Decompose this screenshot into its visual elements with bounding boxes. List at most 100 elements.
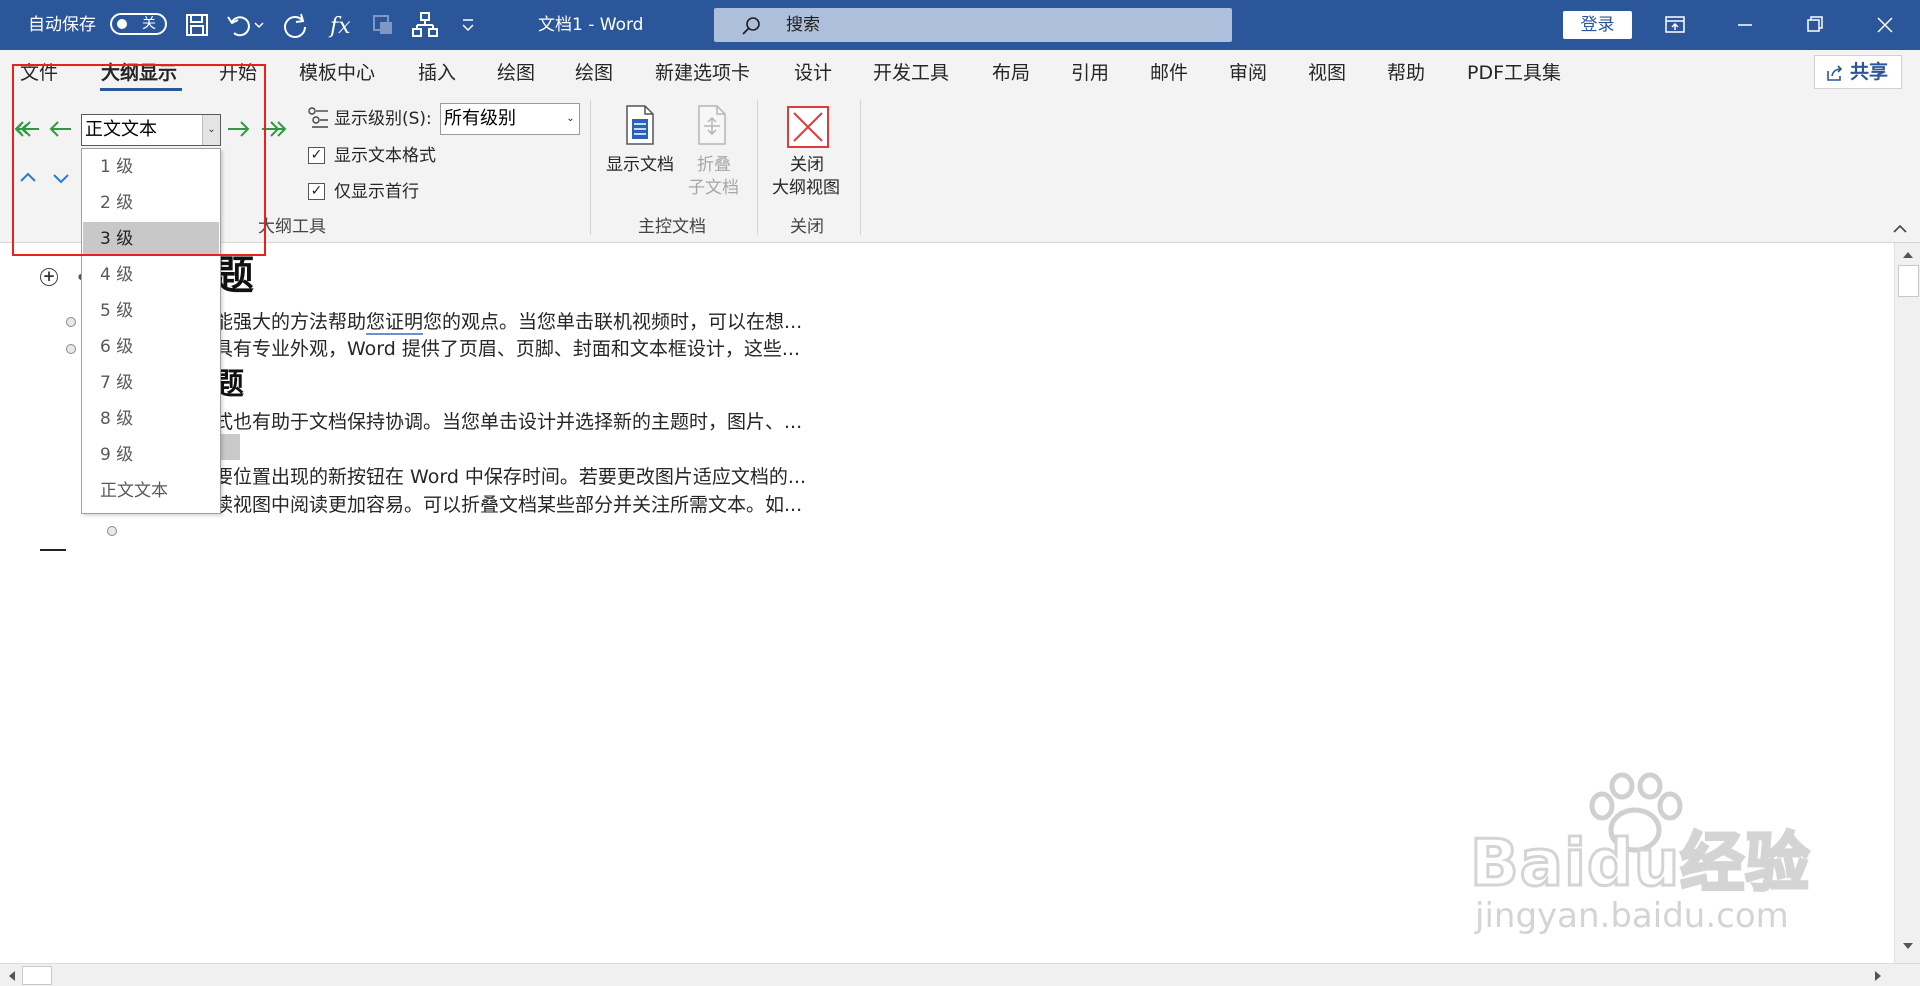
close-outline-view-label-1[interactable]: 关闭 [790,154,824,176]
promote-icon[interactable] [47,118,73,140]
close-outline-view-label-2[interactable]: 大纲视图 [772,177,840,199]
minimize-icon[interactable] [1710,0,1780,50]
body-line-4[interactable]: 要位置出现的新按钮在 Word 中保存时间。若要更改图片适应文档的... [214,465,806,489]
show-document-icon[interactable] [623,104,657,146]
body-line-1-post: 您的观点。当您单击联机视频时，可以在想... [423,311,803,333]
scroll-down-icon[interactable] [1901,940,1915,952]
close-outline-view-icon[interactable] [787,106,829,148]
search-placeholder: 搜索 [786,15,820,35]
scroll-right-icon[interactable] [1872,969,1884,983]
tab-home[interactable]: 开始 [219,60,257,86]
show-level-select[interactable]: 所有级别 ⌄ [440,103,580,135]
toggle-knob [117,19,127,29]
watermark-brand: Baidu经验 [1468,826,1811,903]
show-first-line-checkbox[interactable]: ✓ [308,183,325,200]
restore-icon[interactable] [1780,0,1850,50]
show-level-dropdown-icon[interactable]: ⌄ [562,104,579,134]
level-option-2[interactable]: 2 级 [83,186,219,220]
empty-body-bullet[interactable] [107,526,117,536]
tab-draw[interactable]: 绘图 [497,60,535,86]
outline-level-dropdown-icon[interactable]: ⌄ [202,115,220,145]
body-line-1[interactable]: 能强大的方法帮助您证明您的观点。当您单击联机视频时，可以在想... [214,310,803,335]
body-bullet[interactable] [66,344,76,354]
vertical-scroll-thumb[interactable] [1898,265,1919,297]
body-line-1-link: 您证明 [366,311,424,335]
tab-view[interactable]: 视图 [1308,60,1346,86]
show-level-label: 显示级别(S): [334,109,432,129]
svg-text:fx: fx [328,14,351,39]
level-option-body-text[interactable]: 正文文本 [83,474,219,508]
format-painter-icon [373,15,392,34]
level-option-5[interactable]: 5 级 [83,294,219,328]
level-option-9[interactable]: 9 级 [83,438,219,472]
undo-dropdown-icon[interactable] [252,10,266,40]
tab-pdf-tools[interactable]: PDF工具集 [1467,60,1561,86]
tab-insert[interactable]: 插入 [418,60,456,86]
body-line-3[interactable]: 式也有助于文档保持协调。当您单击设计并选择新的主题时，图片、... [214,410,802,434]
show-level-icon [308,107,328,128]
active-tab-indicator [100,88,182,91]
tab-template-center[interactable]: 模板中心 [299,60,375,86]
level-option-4[interactable]: 4 级 [83,258,219,292]
show-level-value: 所有级别 [444,108,516,129]
scroll-left-icon[interactable] [6,969,18,983]
expand-heading-icon[interactable]: + [40,268,58,286]
scroll-up-icon[interactable] [1901,249,1915,261]
group-outline-tools: 大纲工具 [258,217,326,237]
tab-file[interactable]: 文件 [20,60,58,86]
tab-developer[interactable]: 开发工具 [873,60,949,86]
show-first-line-label: 仅显示首行 [334,182,419,202]
body-line-1-pre: 能强大的方法帮助 [214,311,367,333]
body-line-2[interactable]: 具有专业外观，Word 提供了页眉、页脚、封面和文本框设计，这些... [214,337,800,361]
demote-icon[interactable] [226,118,252,140]
tab-review[interactable]: 审阅 [1229,60,1267,86]
collapse-subdocuments-label-2: 子文档 [688,178,739,198]
autosave-toggle[interactable]: 关 [110,13,167,35]
promote-to-heading1-arrow[interactable] [13,118,41,140]
show-document-label[interactable]: 显示文档 [606,154,674,176]
tab-design[interactable]: 设计 [794,60,832,86]
outline-level-value: 正文文本 [85,119,157,140]
insert-function-icon[interactable]: fx [326,10,356,40]
ribbon-separator [590,100,591,235]
tab-layout[interactable]: 布局 [992,60,1030,86]
end-of-document-marker [40,549,66,551]
horizontal-scroll-thumb[interactable] [22,966,52,985]
outline-level-select[interactable]: 正文文本 ⌄ [81,114,221,146]
close-window-icon[interactable] [1850,0,1920,50]
share-icon [1827,65,1843,81]
level-option-7[interactable]: 7 级 [83,366,219,400]
redo-icon[interactable] [281,10,311,40]
customize-toolbar-icon[interactable] [458,10,478,40]
tab-mailings[interactable]: 邮件 [1150,60,1188,86]
ribbon-display-options-icon[interactable] [1640,0,1710,50]
body-bullet[interactable] [66,317,76,327]
outline-level-dropdown-list[interactable]: 1 级 2 级 3 级 4 级 5 级 6 级 7 级 8 级 9 级 正文文本 [81,148,221,514]
tab-new-tab[interactable]: 新建选项卡 [655,60,750,86]
org-chart-icon[interactable] [410,10,440,40]
level-option-1[interactable]: 1 级 [83,150,219,184]
show-text-format-checkbox[interactable]: ✓ [308,147,325,164]
horizontal-scrollbar[interactable] [0,963,1920,986]
login-button[interactable]: 登录 [1563,11,1632,39]
tab-help[interactable]: 帮助 [1387,60,1425,86]
save-icon[interactable] [182,10,212,40]
tab-references[interactable]: 引用 [1071,60,1109,86]
vertical-scrollbar[interactable] [1894,243,1920,963]
demote-to-body-text-icon[interactable] [260,118,288,140]
body-line-5[interactable]: 读视图中阅读更加容易。可以折叠文档某些部分并关注所需文本。如... [214,493,802,517]
move-down-icon[interactable] [51,171,71,187]
search-box[interactable]: 搜索 [714,8,1232,42]
share-button[interactable]: 共享 [1814,55,1902,89]
tab-draw-2[interactable]: 绘图 [575,60,613,86]
undo-icon[interactable] [224,10,254,40]
level-option-8[interactable]: 8 级 [83,402,219,436]
collapse-subdocuments-label-1: 折叠 [697,155,731,175]
level-option-3[interactable]: 3 级 [83,222,219,256]
collapse-ribbon-icon[interactable] [1892,222,1908,234]
level-option-6[interactable]: 6 级 [83,330,219,364]
group-master-document: 主控文档 [638,217,706,237]
tab-outline[interactable]: 大纲显示 [101,60,177,86]
autosave-state: 关 [142,16,156,32]
move-up-icon[interactable] [18,169,38,185]
